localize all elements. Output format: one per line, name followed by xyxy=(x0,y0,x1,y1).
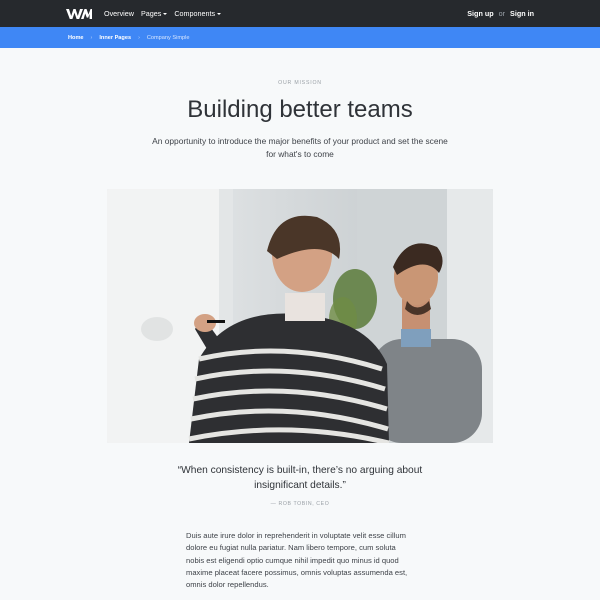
breadcrumb-separator-icon: › xyxy=(138,34,140,41)
page-title: Building better teams xyxy=(187,96,413,123)
team-photo-illustration xyxy=(107,189,493,443)
breadcrumb-current: Company Simple xyxy=(146,34,190,41)
nav-components-dropdown[interactable]: Components xyxy=(174,9,222,18)
wm-logo[interactable] xyxy=(66,8,92,20)
testimonial-cite: — ROB TOBIN, CEO xyxy=(270,501,330,507)
nav-components-label: Components xyxy=(174,9,216,18)
primary-nav: Overview Pages Components xyxy=(104,9,228,18)
caret-down-icon xyxy=(217,12,222,15)
body-paragraph: Duis aute irure dolor in reprehenderit i… xyxy=(186,531,408,590)
nav-pages-label: Pages xyxy=(140,9,162,18)
lead-text: An opportunity to introduce the major be… xyxy=(152,136,448,159)
auth-or-text: or xyxy=(498,9,506,18)
team-photo xyxy=(107,189,493,443)
testimonial-quote: “When consistency is built-in, there’s n… xyxy=(177,465,423,491)
breadcrumb-inner-pages-link[interactable]: Inner Pages xyxy=(99,35,131,41)
caret-down-icon xyxy=(163,12,168,15)
breadcrumb: Home › Inner Pages › Company Simple xyxy=(0,27,600,48)
top-navbar: Overview Pages Components Sign up or Sig… xyxy=(0,0,600,27)
nav-overview-link[interactable]: Overview xyxy=(104,9,134,18)
breadcrumb-home-link[interactable]: Home xyxy=(68,35,84,41)
sign-in-link[interactable]: Sign in xyxy=(510,9,534,18)
nav-overview-label: Overview xyxy=(104,9,134,18)
breadcrumb-separator-icon: › xyxy=(90,34,93,41)
auth-links: Sign up or Sign in xyxy=(467,9,534,18)
sign-up-link[interactable]: Sign up xyxy=(467,9,493,18)
section-eyebrow: OUR MISSION xyxy=(278,80,322,86)
nav-pages-dropdown[interactable]: Pages xyxy=(140,9,168,18)
